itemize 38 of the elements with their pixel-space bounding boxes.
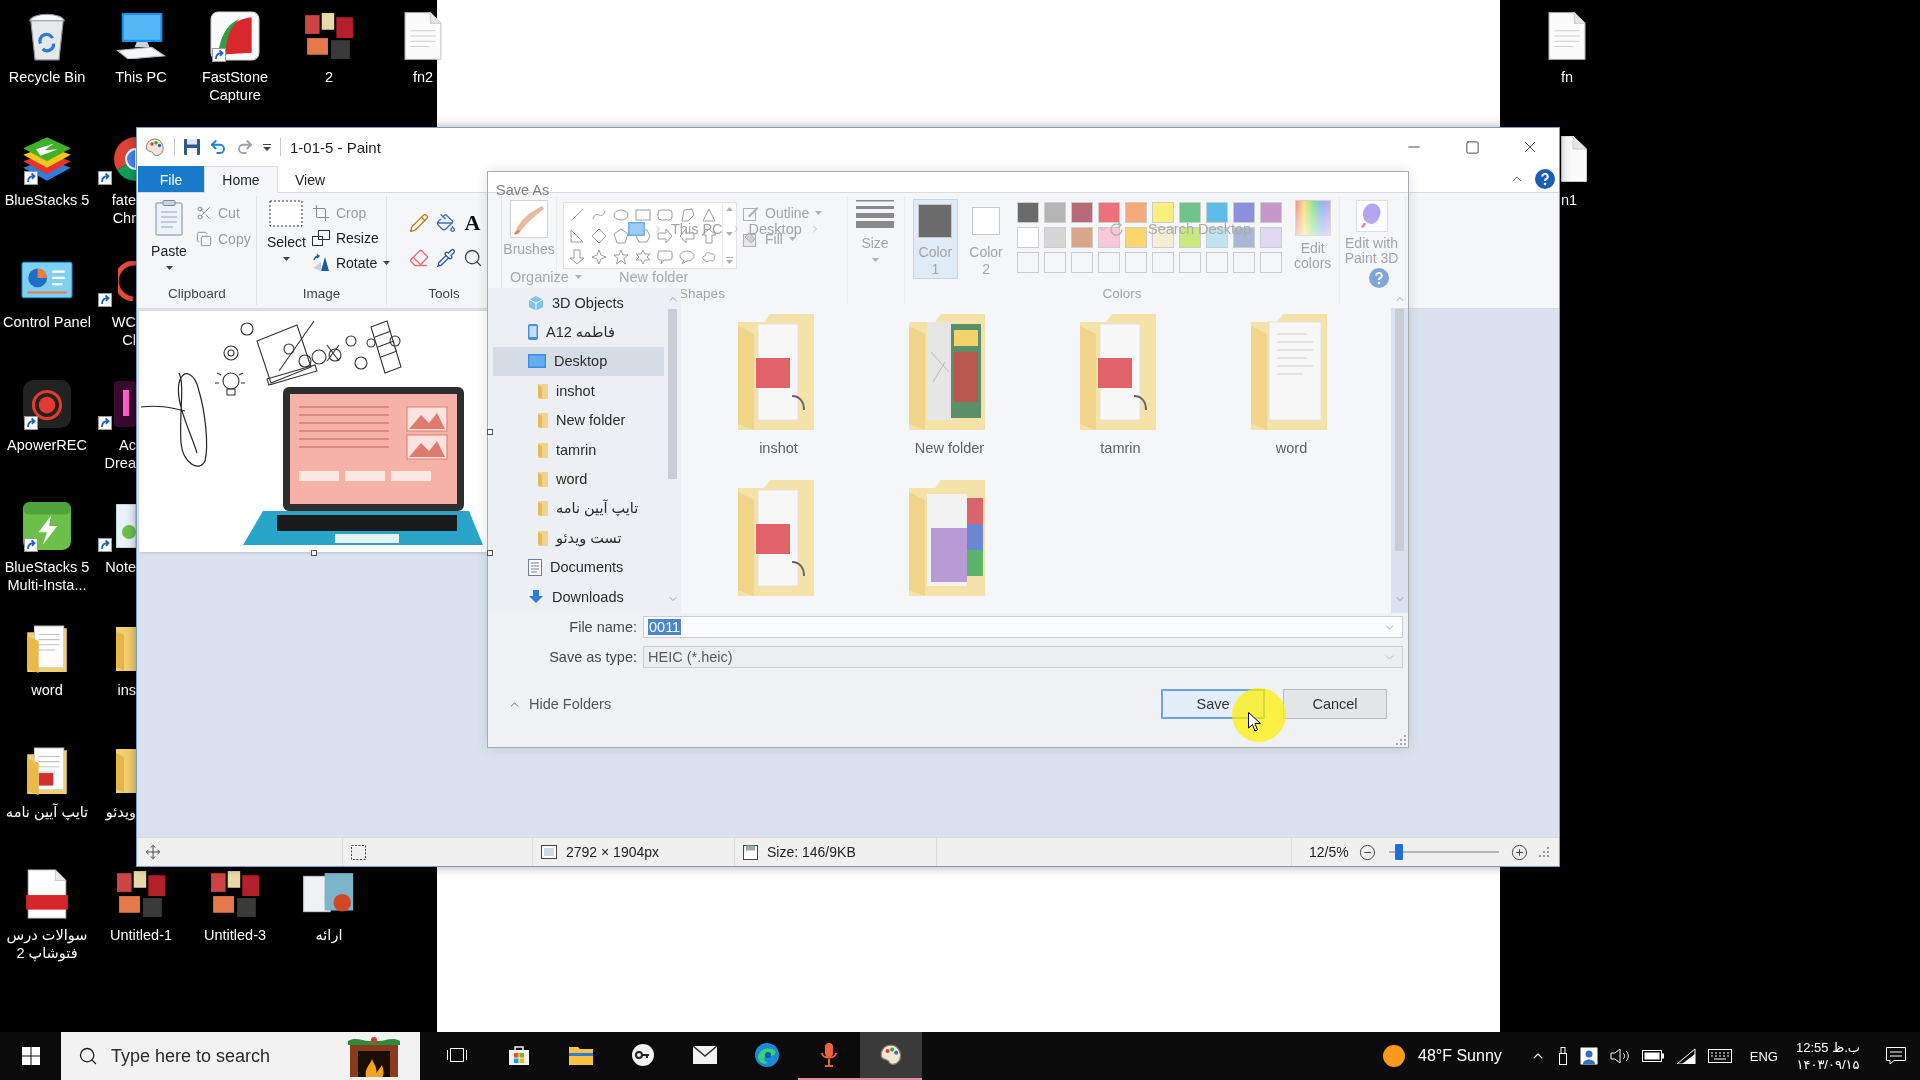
- desktop-icon-label: ارائه: [314, 925, 344, 944]
- desktop-icon-label: This PC: [114, 68, 168, 86]
- desktop-icon-label: Ac: [119, 435, 136, 454]
- field-label: File name:: [568, 619, 638, 635]
- desktop-icon-label: BlueStacks 5: [3, 190, 91, 209]
- desktop-icon-label: Recycle Bin: [7, 68, 87, 86]
- field-label: Save as type:: [548, 649, 638, 665]
- desktop-icon-label: BlueStacks 5 Multi-Insta...: [3, 558, 91, 594]
- desktop-icon-label: n1: [1561, 190, 1578, 209]
- desktop-icon-label: Untitled-1: [108, 925, 174, 944]
- desktop-icon-label: WC: [111, 313, 136, 331]
- group-label: Shapes: [679, 286, 725, 302]
- desktop-icon-label: Note: [105, 558, 136, 576]
- group-label: Tools: [428, 286, 460, 302]
- group-label: Image: [302, 286, 341, 302]
- desktop-icon-label: ویدئو: [105, 803, 136, 821]
- desktop-icon-label: ApowerREC: [6, 435, 88, 454]
- desktop-icon-label: fn2: [411, 68, 435, 86]
- file-size: Size: 146/9KB: [767, 844, 856, 860]
- zoom-level: 12/5%: [1309, 844, 1349, 860]
- desktop-icon-label: Chr: [112, 208, 136, 227]
- desktop-icon-label: Cl: [122, 331, 136, 349]
- desktop-icon-label: Untitled-3: [202, 925, 268, 944]
- window-title: 1-01-5 - Paint: [290, 138, 381, 156]
- desktop-icon-label: 2: [323, 68, 335, 86]
- desktop-icon-label: word: [30, 680, 64, 699]
- desktop-icon-label: FastStone Capture: [200, 68, 270, 104]
- desktop-icon-label: ins: [117, 680, 136, 699]
- desktop-icon-label: fn: [1559, 68, 1575, 86]
- desktop-icon-label: fate: [111, 190, 136, 209]
- dialog-title: Save As: [495, 181, 551, 200]
- desktop-icon-label: سوالات درس فتوشاپ 2: [5, 925, 89, 962]
- canvas-dimensions: 2792 × 1904px: [566, 844, 660, 860]
- desktop-icon-label: Drea: [104, 453, 136, 472]
- desktop-icon-label: تایپ آیین نامه: [4, 803, 90, 821]
- group-label: Colors: [1102, 286, 1142, 302]
- desktop-icon-label: Control Panel: [2, 313, 92, 331]
- group-label: Clipboard: [168, 286, 226, 302]
